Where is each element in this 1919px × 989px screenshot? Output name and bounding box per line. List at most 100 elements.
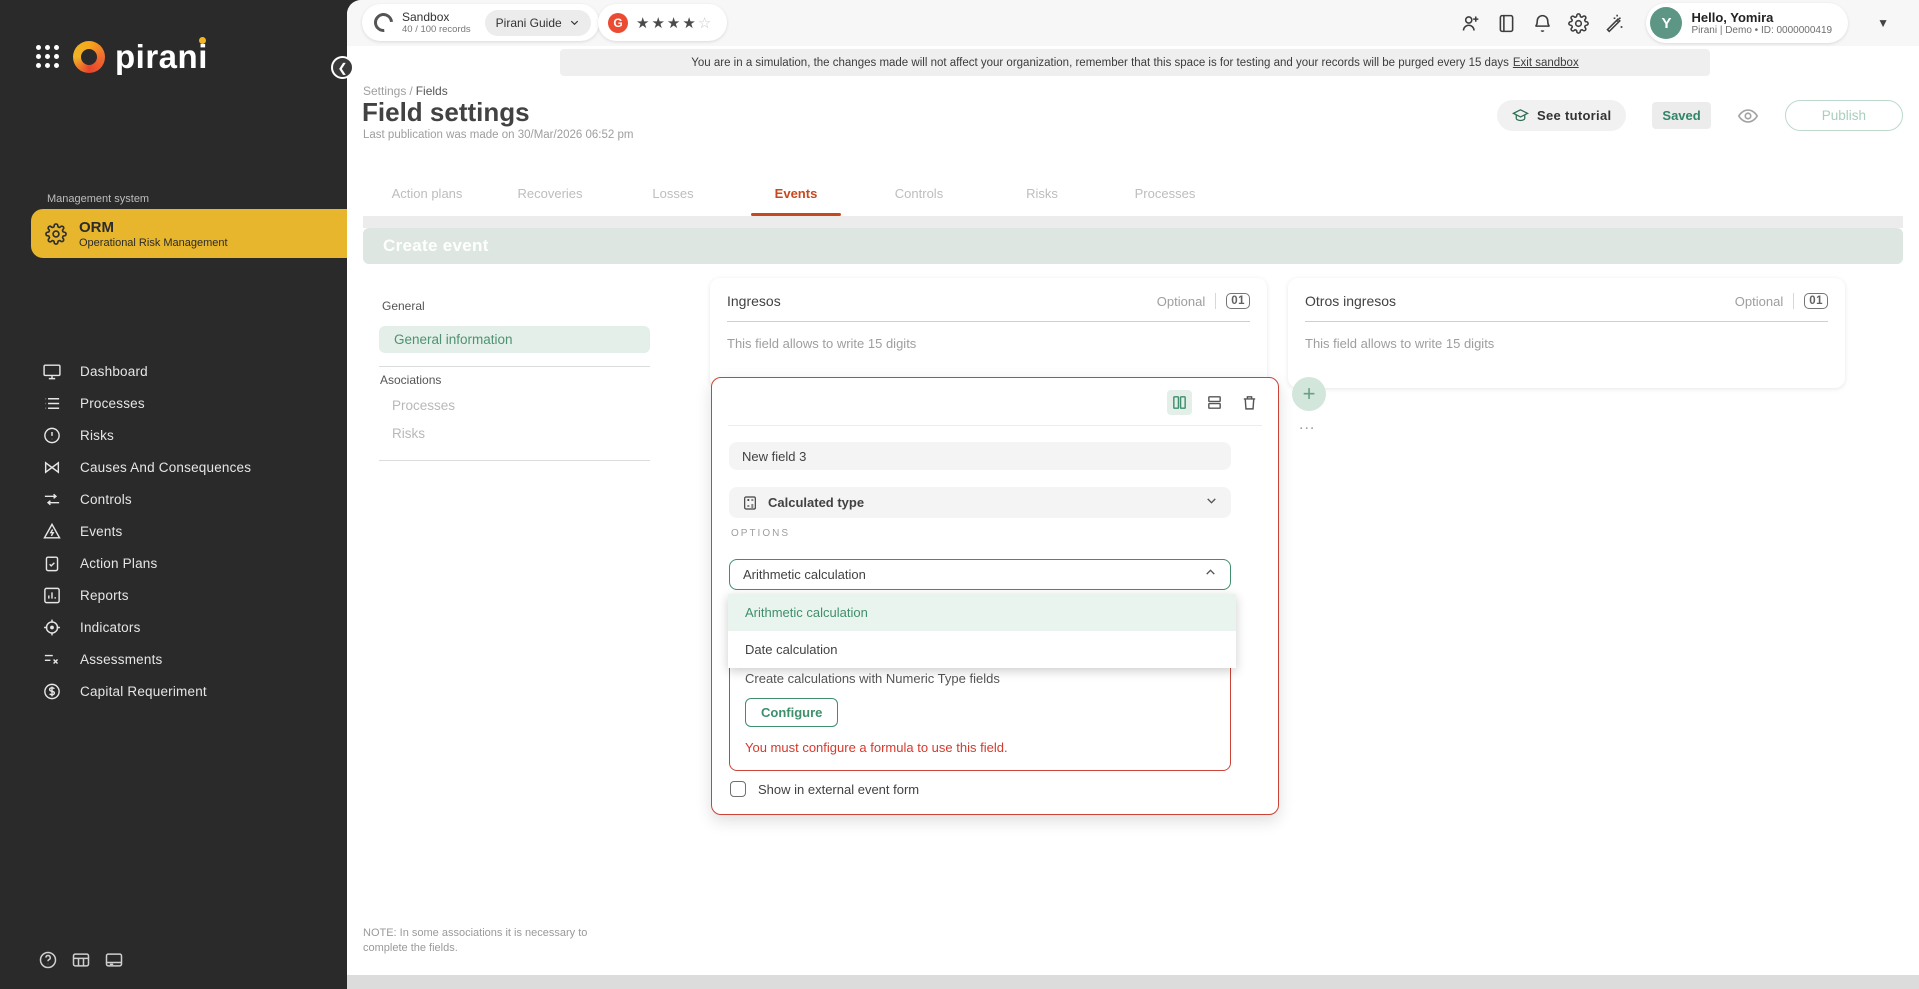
form-nav-general-information[interactable]: General information — [379, 326, 650, 353]
sandbox-records: 40 / 100 records — [402, 24, 471, 35]
field-name-input[interactable] — [729, 442, 1231, 470]
management-system-label: Management system — [47, 193, 149, 205]
knowledge-book-icon[interactable] — [1496, 13, 1517, 34]
tab-risks[interactable]: Risks — [984, 171, 1100, 216]
pirani-logo[interactable]: pirani — [36, 40, 208, 73]
sidebar-item-assessments[interactable]: Assessments — [0, 643, 347, 675]
selected-option: Arithmetic calculation — [743, 567, 866, 582]
field-name: Otros ingresos — [1305, 293, 1396, 309]
field-input-underline — [727, 321, 1250, 322]
breadcrumb: Settings/Fields — [363, 84, 448, 98]
field-optional-label: Optional — [1735, 294, 1783, 309]
create-event-title: Create event — [383, 236, 489, 256]
sidebar-collapse-button[interactable]: ❮ — [331, 56, 354, 79]
tabbar-divider — [363, 216, 1903, 228]
tab-recoveries[interactable]: Recoveries — [492, 171, 608, 216]
table-icon[interactable] — [71, 950, 91, 970]
tab-action-plans[interactable]: Action plans — [369, 171, 485, 216]
preview-eye-icon[interactable] — [1737, 105, 1759, 127]
app-launcher-icon[interactable] — [36, 45, 59, 68]
option-arithmetic-calculation[interactable]: Arithmetic calculation — [728, 594, 1236, 631]
tab-processes[interactable]: Processes — [1107, 171, 1223, 216]
field-order-badge: 01 — [1804, 293, 1828, 309]
option-date-calculation[interactable]: Date calculation — [728, 631, 1236, 668]
help-icon[interactable] — [38, 950, 58, 970]
field-description: This field allows to write 15 digits — [1305, 336, 1828, 351]
sidebar-item-dashboard[interactable]: Dashboard — [0, 355, 347, 387]
bottom-scrollbar-strip[interactable] — [347, 975, 1919, 989]
simulation-banner-text: You are in a simulation, the changes mad… — [691, 57, 1509, 69]
warning-triangle-icon — [42, 522, 62, 541]
breadcrumb-settings[interactable]: Settings — [363, 84, 406, 98]
settings-gear-icon[interactable] — [1568, 13, 1589, 34]
form-nav-divider — [379, 366, 650, 367]
module-switcher-orm[interactable]: ORM Operational Risk Management — [31, 209, 347, 258]
exit-sandbox-link[interactable]: Exit sandbox — [1513, 57, 1579, 69]
sidebar-item-reports[interactable]: Reports — [0, 579, 347, 611]
sidebar-item-controls[interactable]: Controls — [0, 483, 347, 515]
pirani-ring-icon — [73, 41, 105, 73]
invite-user-icon[interactable] — [1460, 13, 1481, 34]
g2-logo-icon: G — [608, 13, 628, 33]
form-nav-risks[interactable]: Risks — [392, 426, 425, 441]
two-column-layout-icon[interactable] — [1167, 390, 1192, 415]
sidebar-item-events[interactable]: Events — [0, 515, 347, 547]
single-column-layout-icon[interactable] — [1202, 390, 1227, 415]
form-nav-processes[interactable]: Processes — [392, 398, 455, 413]
gear-icon — [45, 223, 67, 245]
tab-losses[interactable]: Losses — [615, 171, 731, 216]
more-options-dots[interactable]: ... — [1299, 416, 1315, 434]
list-x-icon — [42, 650, 62, 669]
sidebar-item-causes-and-consequences[interactable]: Causes And Consequences — [0, 451, 347, 483]
sidebar-item-processes[interactable]: Processes — [0, 387, 347, 419]
target-icon — [42, 618, 62, 637]
create-event-header: Create event — [363, 228, 1903, 264]
field-type-label: Calculated type — [768, 495, 864, 510]
sandbox-title: Sandbox — [402, 10, 471, 24]
show-external-checkbox[interactable] — [730, 781, 746, 797]
dollar-circle-icon — [42, 682, 62, 701]
main-sidebar: pirani Management system ORM Operational… — [0, 0, 347, 989]
panel-icon[interactable] — [104, 950, 124, 970]
rating-stars[interactable]: ★★★★☆ — [636, 14, 713, 32]
top-bar: Sandbox 40 / 100 records Pirani Guide G … — [347, 0, 1919, 46]
sidebar-item-indicators[interactable]: Indicators — [0, 611, 347, 643]
field-card-otros-ingresos[interactable]: Otros ingresos Optional 01 This field al… — [1288, 278, 1845, 388]
app-screen: pirani Management system ORM Operational… — [0, 0, 1919, 989]
add-field-button[interactable]: + — [1292, 377, 1326, 411]
bar-chart-icon — [42, 586, 62, 605]
sidebar-item-risks[interactable]: Risks — [0, 419, 347, 451]
magic-wand-icon[interactable] — [1604, 13, 1625, 34]
tab-controls[interactable]: Controls — [861, 171, 977, 216]
pirani-guide-dropdown[interactable]: Pirani Guide — [485, 10, 591, 36]
field-card-ingresos[interactable]: Ingresos Optional 01 This field allows t… — [710, 278, 1267, 388]
trash-icon[interactable] — [1237, 390, 1262, 415]
list-icon — [42, 394, 62, 413]
breadcrumb-fields: Fields — [416, 84, 448, 98]
field-input-underline — [1305, 321, 1828, 322]
field-type-select[interactable]: Calculated type — [729, 487, 1231, 518]
options-label: OPTIONS — [731, 528, 790, 539]
tab-events[interactable]: Events — [738, 171, 854, 216]
simulation-banner: You are in a simulation, the changes mad… — [560, 49, 1710, 76]
star-icon: ★ — [667, 15, 682, 32]
see-tutorial-button[interactable]: See tutorial — [1497, 100, 1626, 131]
publish-button[interactable]: Publish — [1785, 100, 1903, 131]
brand-wordmark: pirani — [115, 40, 208, 73]
avatar: Y — [1650, 7, 1682, 39]
calculation-type-select[interactable]: Arithmetic calculation — [729, 559, 1231, 590]
user-menu[interactable]: Y Hello, Yomira Pirani | Demo • ID: 0000… — [1646, 3, 1848, 43]
user-org: Pirani | Demo • ID: 0000000419 — [1691, 25, 1832, 36]
field-optional-label: Optional — [1157, 294, 1205, 309]
sidebar-item-capital-requeriment[interactable]: Capital Requeriment — [0, 675, 347, 707]
alert-circle-icon — [42, 426, 62, 445]
notifications-bell-icon[interactable] — [1532, 13, 1553, 34]
sidebar-item-action-plans[interactable]: Action Plans — [0, 547, 347, 579]
form-nav-divider — [379, 460, 650, 461]
configure-button[interactable]: Configure — [745, 698, 838, 727]
rating-card[interactable]: G ★★★★☆ — [598, 4, 727, 41]
formula-error-text: You must configure a formula to use this… — [745, 740, 1215, 755]
progress-ring-icon — [370, 9, 397, 36]
user-chevron-down-icon[interactable]: ▼ — [1877, 16, 1889, 30]
sidebar-nav: Dashboard Processes Risks Causes And Con… — [0, 355, 347, 707]
